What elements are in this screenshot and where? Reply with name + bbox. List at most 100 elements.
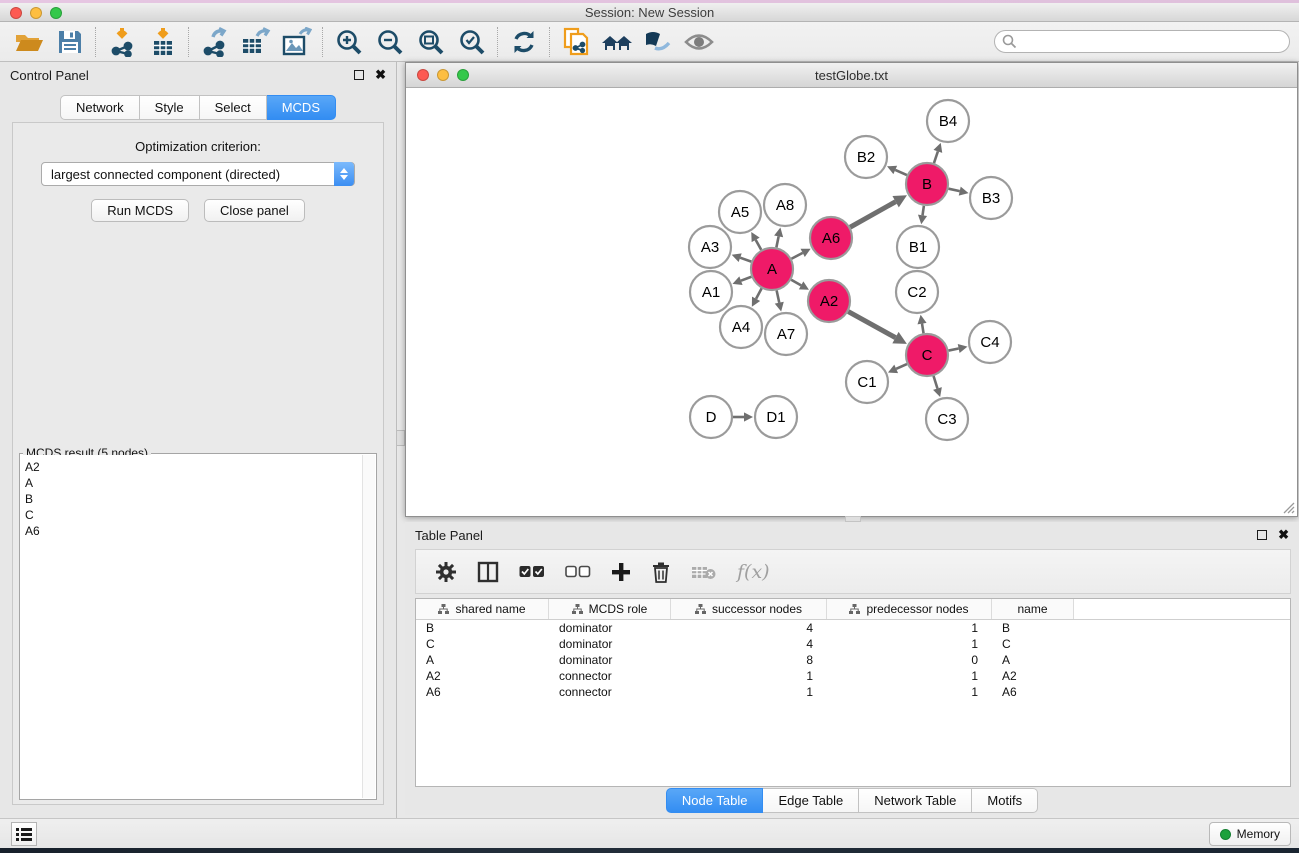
column-header-successor-nodes[interactable]: successor nodes — [671, 599, 827, 619]
table-row-A6[interactable]: A6connector11A6 — [416, 684, 1290, 700]
column-header-predecessor-nodes[interactable]: predecessor nodes — [827, 599, 992, 619]
network-minimize-button[interactable] — [437, 69, 449, 81]
table-row-A2[interactable]: A2connector11A2 — [416, 668, 1290, 684]
network-zoom-button[interactable] — [457, 69, 469, 81]
function-builder-button[interactable]: f(x) — [737, 561, 770, 583]
table-cell[interactable]: 1 — [827, 669, 992, 683]
graph-node-A5[interactable]: A5 — [719, 191, 761, 233]
toggle-visibility-button[interactable] — [637, 24, 678, 60]
table-cell[interactable]: dominator — [549, 637, 671, 651]
graph-edge-A-A6[interactable] — [791, 253, 802, 259]
table-tab-network-table[interactable]: Network Table — [859, 788, 972, 813]
graph-edge-B-B3[interactable] — [948, 189, 959, 191]
table-row-B[interactable]: Bdominator41B — [416, 620, 1290, 636]
save-session-button[interactable] — [49, 24, 90, 60]
graph-node-D1[interactable]: D1 — [755, 396, 797, 438]
graph-node-B[interactable]: B — [906, 163, 948, 205]
table-cell[interactable]: C — [992, 637, 1074, 651]
graph-edge-A-A1[interactable] — [741, 277, 751, 281]
table-cell[interactable]: 0 — [827, 653, 992, 667]
graph-node-A1[interactable]: A1 — [690, 271, 732, 313]
close-table-panel-icon[interactable]: ✖ — [1278, 530, 1289, 540]
table-tab-motifs[interactable]: Motifs — [972, 788, 1038, 813]
graph-node-B1[interactable]: B1 — [897, 226, 939, 268]
task-history-button[interactable] — [11, 822, 37, 846]
result-item[interactable]: A — [25, 475, 362, 491]
graph-edge-B-B4[interactable] — [934, 151, 938, 163]
tab-style[interactable]: Style — [140, 95, 200, 120]
table-settings-button[interactable] — [435, 561, 457, 583]
table-cell[interactable]: A — [992, 653, 1074, 667]
search-input[interactable] — [1017, 35, 1289, 49]
delete-column-button[interactable] — [651, 561, 671, 583]
network-close-button[interactable] — [417, 69, 429, 81]
graph-node-A6[interactable]: A6 — [810, 217, 852, 259]
graph-node-C4[interactable]: C4 — [969, 321, 1011, 363]
graph-edge-A6-B[interactable] — [850, 202, 895, 228]
table-row-A[interactable]: Adominator80A — [416, 652, 1290, 668]
export-table-button[interactable] — [235, 24, 276, 60]
column-header-shared-name[interactable]: shared name — [416, 599, 549, 619]
graph-edge-A-A8[interactable] — [776, 236, 778, 247]
graph-node-A4[interactable]: A4 — [720, 306, 762, 348]
graph-edge-B-B1[interactable] — [923, 206, 924, 216]
result-item[interactable]: C — [25, 507, 362, 523]
table-cell[interactable]: A2 — [416, 669, 549, 683]
zoom-out-button[interactable] — [369, 24, 410, 60]
close-window-button[interactable] — [10, 7, 22, 19]
import-table-button[interactable] — [142, 24, 183, 60]
table-cell[interactable]: 1 — [827, 621, 992, 635]
float-panel-icon[interactable] — [354, 70, 364, 80]
table-cell[interactable]: B — [992, 621, 1074, 635]
close-panel-button[interactable]: Close panel — [204, 199, 305, 222]
column-header-name[interactable]: name — [992, 599, 1074, 619]
table-cell[interactable]: A — [416, 653, 549, 667]
graph-edge-A-A7[interactable] — [777, 291, 780, 303]
graph-edge-A-A4[interactable] — [756, 288, 762, 298]
table-cell[interactable]: B — [416, 621, 549, 635]
table-tab-edge-table[interactable]: Edge Table — [763, 788, 859, 813]
graph-edge-A-A3[interactable] — [740, 258, 751, 262]
graph-node-A[interactable]: A — [751, 248, 793, 290]
graph-node-C1[interactable]: C1 — [846, 361, 888, 403]
graph-edge-A-A2[interactable] — [791, 280, 801, 286]
toolbar-search[interactable] — [994, 30, 1290, 53]
table-cell[interactable]: 4 — [671, 637, 827, 651]
minimize-window-button[interactable] — [30, 7, 42, 19]
zoom-fit-button[interactable] — [410, 24, 451, 60]
table-cell[interactable]: A2 — [992, 669, 1074, 683]
graph-node-A7[interactable]: A7 — [765, 313, 807, 355]
delete-table-button[interactable] — [691, 564, 717, 580]
open-session-button[interactable] — [8, 24, 49, 60]
graph-edge-A-A5[interactable] — [756, 240, 762, 250]
network-canvas[interactable]: AA1A2A3A4A5A6A7A8BB1B2B3B4CC1C2C3C4DD1 — [406, 88, 1297, 515]
zoom-selected-button[interactable] — [451, 24, 492, 60]
table-row-C[interactable]: Cdominator41C — [416, 636, 1290, 652]
table-cell[interactable]: 1 — [827, 685, 992, 699]
float-table-panel-icon[interactable] — [1257, 530, 1267, 540]
table-cell[interactable]: connector — [549, 669, 671, 683]
graph-node-C[interactable]: C — [906, 334, 948, 376]
result-scrollbar[interactable] — [362, 455, 375, 798]
table-cell[interactable]: 4 — [671, 621, 827, 635]
table-cell[interactable]: A6 — [992, 685, 1074, 699]
add-column-button[interactable] — [611, 562, 631, 582]
table-cell[interactable]: 1 — [671, 685, 827, 699]
graph-node-A3[interactable]: A3 — [689, 226, 731, 268]
tab-mcds[interactable]: MCDS — [267, 95, 336, 120]
graph-node-B4[interactable]: B4 — [927, 100, 969, 142]
refresh-layout-button[interactable] — [503, 24, 544, 60]
graph-edge-C-C4[interactable] — [949, 348, 959, 350]
graph-node-C2[interactable]: C2 — [896, 271, 938, 313]
graph-edge-C-C3[interactable] — [934, 376, 938, 388]
table-cell[interactable]: 1 — [671, 669, 827, 683]
graph-node-B3[interactable]: B3 — [970, 177, 1012, 219]
graph-edge-C-C1[interactable] — [896, 364, 907, 369]
tab-select[interactable]: Select — [200, 95, 267, 120]
zoom-window-button[interactable] — [50, 7, 62, 19]
result-item[interactable]: A2 — [25, 459, 362, 475]
column-header-MCDS-role[interactable]: MCDS role — [549, 599, 671, 619]
graph-node-A2[interactable]: A2 — [808, 280, 850, 322]
export-network-button[interactable] — [194, 24, 235, 60]
column-visibility-button[interactable] — [477, 561, 499, 583]
